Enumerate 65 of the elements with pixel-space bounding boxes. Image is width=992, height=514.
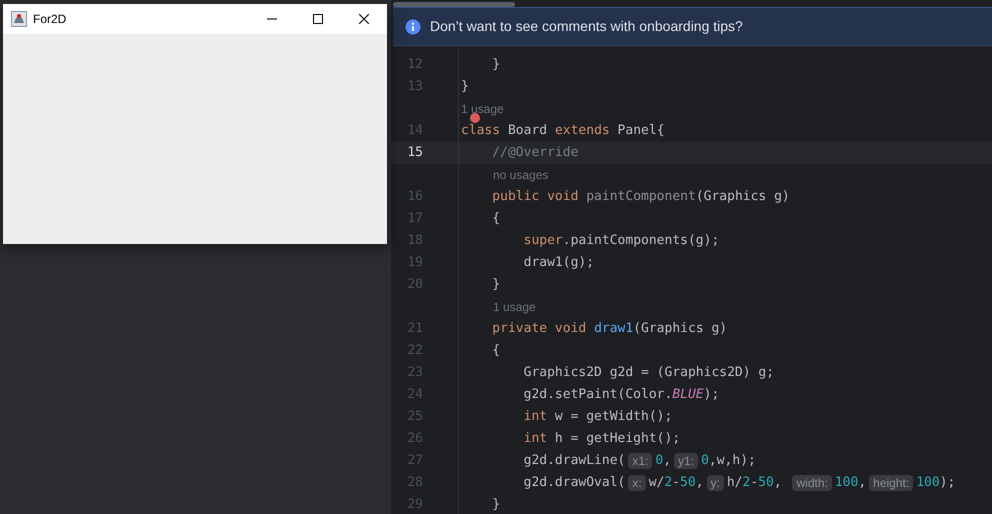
code-token: w = getWidth(); xyxy=(554,409,672,425)
code-token: g2d.drawOval( xyxy=(522,475,626,491)
code-token: 2 xyxy=(664,475,672,491)
code-token: g2d.setPaint(Color. xyxy=(522,387,672,403)
code-token: int xyxy=(522,431,548,447)
info-icon xyxy=(405,18,421,34)
parameter-hint: x1: xyxy=(628,453,652,469)
code-token: Panel{ xyxy=(616,123,665,139)
close-icon xyxy=(359,14,369,24)
code-token: h = getHeight(); xyxy=(554,431,680,447)
code-token: - xyxy=(672,475,680,491)
code-token: extends xyxy=(554,123,610,139)
code-token: , xyxy=(858,475,866,491)
code-token: } xyxy=(491,497,500,513)
code-token: 50 xyxy=(758,475,774,491)
code-token: private void xyxy=(491,321,588,337)
code-token: //@Override xyxy=(491,145,578,161)
code-token: } xyxy=(461,79,469,95)
code-token: Board xyxy=(506,123,548,139)
code-token: super xyxy=(522,233,563,249)
code-token: (Graphics g) xyxy=(633,321,728,337)
code-token: draw1 xyxy=(594,321,634,337)
window-title: For2D xyxy=(33,11,68,28)
code-token: 50 xyxy=(680,475,696,491)
code-token: ); xyxy=(704,387,720,403)
code-token: .paintComponents(g); xyxy=(562,233,720,249)
parameter-hint: y: xyxy=(706,475,724,491)
code-token: , xyxy=(663,453,672,469)
usage-hint[interactable]: 1 usage xyxy=(461,100,504,118)
code-token: 100 xyxy=(916,475,940,491)
code-token: , xyxy=(774,475,783,491)
usage-hint[interactable]: no usages xyxy=(493,166,548,184)
code-token: ); xyxy=(940,475,956,491)
code-token: 0 xyxy=(655,453,664,469)
parameter-hint: width: xyxy=(792,475,832,491)
code-token: w/ xyxy=(648,475,664,491)
line-number: 15 xyxy=(406,144,423,162)
code-token: ,w,h); xyxy=(708,453,756,469)
code-token: paintComponent xyxy=(586,189,696,205)
code-token: } xyxy=(491,277,500,293)
code-token: BLUE xyxy=(672,387,704,403)
code-token: , xyxy=(696,475,704,491)
code-token: { xyxy=(491,343,500,359)
code-token: Graphics2D g2d = (Graphics2D) g; xyxy=(522,365,774,381)
code-token: public void xyxy=(491,189,580,205)
parameter-hint: x: xyxy=(628,475,646,491)
code-token: } xyxy=(491,57,500,73)
code-token: (Graphics g) xyxy=(696,189,790,205)
code-token: g2d.drawLine( xyxy=(522,453,626,469)
code-token: 0 xyxy=(701,453,709,469)
parameter-hint: height: xyxy=(869,475,914,491)
code-token: h/ xyxy=(726,475,743,491)
code-token: 100 xyxy=(834,475,858,491)
code-token: { xyxy=(491,211,500,227)
code-token: - xyxy=(750,475,758,491)
code-token: 2 xyxy=(742,475,750,491)
code-token: class xyxy=(461,123,500,139)
usage-hint[interactable]: 1 usage xyxy=(493,298,536,316)
app-icon xyxy=(11,11,27,27)
banner-message: Don’t want to see comments with onboarding tips? xyxy=(430,17,743,36)
parameter-hint: y1: xyxy=(674,453,698,469)
code-token: draw1(g); xyxy=(522,255,594,271)
maximize-icon xyxy=(313,14,323,24)
code-token: int xyxy=(522,409,548,425)
scrollbar-thumb[interactable] xyxy=(393,2,515,7)
